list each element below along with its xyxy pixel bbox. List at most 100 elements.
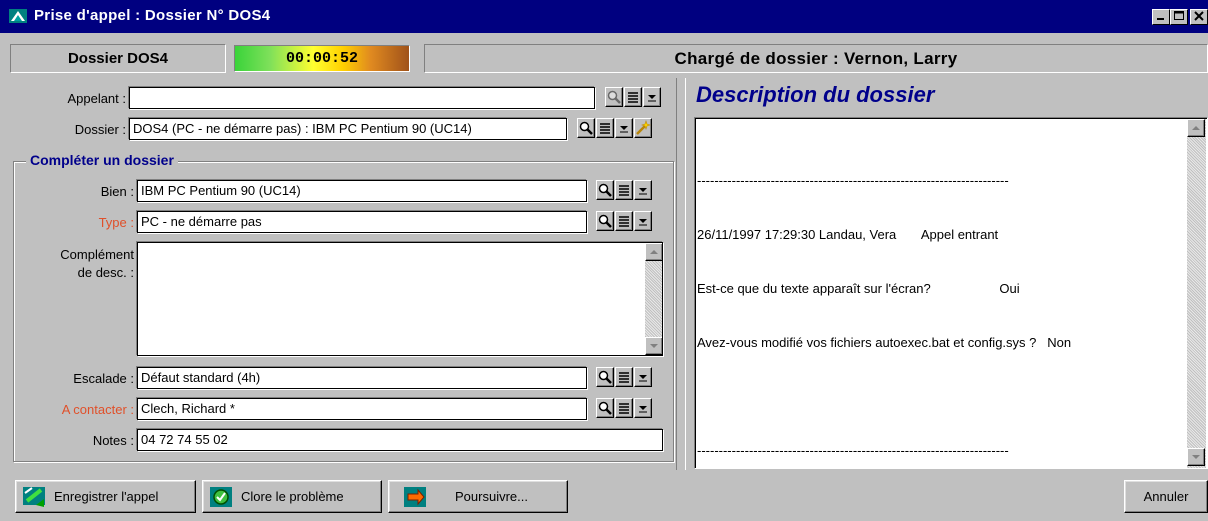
escalade-label: Escalade : [73,371,134,386]
window-title: Prise d'appel : Dossier N° DOS4 [34,7,271,24]
minimize-icon [1157,18,1164,20]
save-call-icon [23,486,45,507]
dossier-dropdown-button[interactable] [615,118,633,138]
list-icon [628,92,638,103]
agent-panel: Chargé de dossier : Vernon, Larry [424,44,1208,73]
escalade-input[interactable]: Défaut standard (4h) [137,367,587,389]
contact-input[interactable]: Clech, Richard * [137,398,587,420]
description-line: Avez-vous modifié vos fichiers autoexec.… [697,335,1072,350]
type-input[interactable]: PC - ne démarre pas [137,211,587,233]
list-icon [619,372,629,383]
chevron-down-icon [639,406,647,413]
wand-icon [636,120,651,135]
bien-dropdown-button[interactable] [634,180,652,200]
chevron-down-icon [620,126,628,133]
description-text: ----------------------------------------… [697,136,1185,496]
contact-search-button[interactable] [596,398,614,418]
bien-list-button[interactable] [615,180,633,200]
complement-scrollbar[interactable] [645,243,662,355]
description-line: ----------------------------------------… [697,443,1009,458]
dossier-new-button[interactable] [634,118,652,138]
continue-icon [404,486,426,507]
list-icon [619,403,629,414]
contact-list-button[interactable] [615,398,633,418]
arrow-down-icon [649,344,658,348]
list-icon [619,185,629,196]
escalade-list-button[interactable] [615,367,633,387]
magnifier-icon [598,401,612,415]
group-title: Compléter un dossier [26,152,178,168]
arrow-up-icon [649,250,658,254]
app-icon [9,9,27,23]
maximize-icon [1174,11,1184,20]
cancel-label: Annuler [1143,489,1189,504]
continue-button[interactable]: Poursuivre... [388,480,568,513]
complement-textarea[interactable] [137,242,663,356]
bien-search-button[interactable] [596,180,614,200]
chevron-down-icon [639,219,647,226]
type-list-button[interactable] [615,211,633,231]
magnifier-icon [579,121,593,135]
appelant-search-button[interactable] [605,87,623,107]
complement-label-line2: de desc. : [77,265,134,280]
dossier-status-panel: Dossier DOS4 [10,44,226,73]
scroll-down-button[interactable] [645,337,662,355]
dossier-input[interactable]: DOS4 (PC - ne démarre pas) : IBM PC Pent… [129,118,567,140]
description-line: ----------------------------------------… [697,173,1009,188]
description-line [697,388,1185,406]
splitter[interactable] [676,78,686,470]
call-timer: 00:00:52 [234,45,410,72]
minimize-button[interactable] [1152,9,1170,25]
maximize-button[interactable] [1170,9,1188,25]
notes-input[interactable]: 04 72 74 55 02 [137,429,663,451]
description-line: 26/11/1997 17:29:30 Landau, Vera Appel e… [697,227,999,242]
scroll-up-button[interactable] [645,243,662,261]
save-call-label: Enregistrer l'appel [54,489,159,504]
dossier-search-button[interactable] [577,118,595,138]
appelant-list-button[interactable] [624,87,642,107]
dossier-id-label: Dossier DOS4 [67,50,169,67]
bien-label: Bien : [100,184,134,199]
timer-value: 00:00:52 [285,50,358,67]
close-problem-icon [210,486,232,507]
arrow-down-icon [1191,455,1200,459]
scroll-down-button[interactable] [1187,448,1205,466]
escalade-dropdown-button[interactable] [634,367,652,387]
description-box[interactable]: ----------------------------------------… [694,117,1208,469]
case-agent-label: Chargé de dossier : Vernon, Larry [674,48,958,68]
notes-label: Notes : [92,433,134,448]
save-call-button[interactable]: Enregistrer l'appel [15,480,196,513]
type-dropdown-button[interactable] [634,211,652,231]
appelant-dropdown-button[interactable] [643,87,661,107]
close-icon [1194,11,1204,21]
magnifier-icon [598,214,612,228]
chevron-down-icon [648,95,656,102]
bien-input[interactable]: IBM PC Pentium 90 (UC14) [137,180,587,202]
complement-label-line1: Complément [60,247,134,262]
description-scrollbar[interactable] [1187,119,1206,468]
type-search-button[interactable] [596,211,614,231]
cancel-button[interactable]: Annuler [1124,480,1208,513]
list-icon [619,216,629,227]
magnifier-icon [607,90,621,104]
title-bar: Prise d'appel : Dossier N° DOS4 [0,0,1208,33]
contact-label: A contacter : [61,402,134,417]
description-title: Description du dossier [696,82,935,107]
arrow-up-icon [1191,126,1200,130]
escalade-search-button[interactable] [596,367,614,387]
close-problem-label: Clore le problème [241,489,344,504]
appelant-input[interactable] [129,87,595,109]
chevron-down-icon [639,188,647,195]
type-label: Type : [98,215,134,230]
close-problem-button[interactable]: Clore le problème [202,480,382,513]
magnifier-icon [598,183,612,197]
scroll-up-button[interactable] [1187,119,1205,137]
list-icon [600,123,610,134]
description-line: Est-ce que du texte apparaît sur l'écran… [697,281,1020,296]
continue-label: Poursuivre... [455,489,528,504]
dossier-list-button[interactable] [596,118,614,138]
appelant-label: Appelant : [67,91,126,106]
chevron-down-icon [639,375,647,382]
close-window-button[interactable] [1190,9,1208,25]
contact-dropdown-button[interactable] [634,398,652,418]
